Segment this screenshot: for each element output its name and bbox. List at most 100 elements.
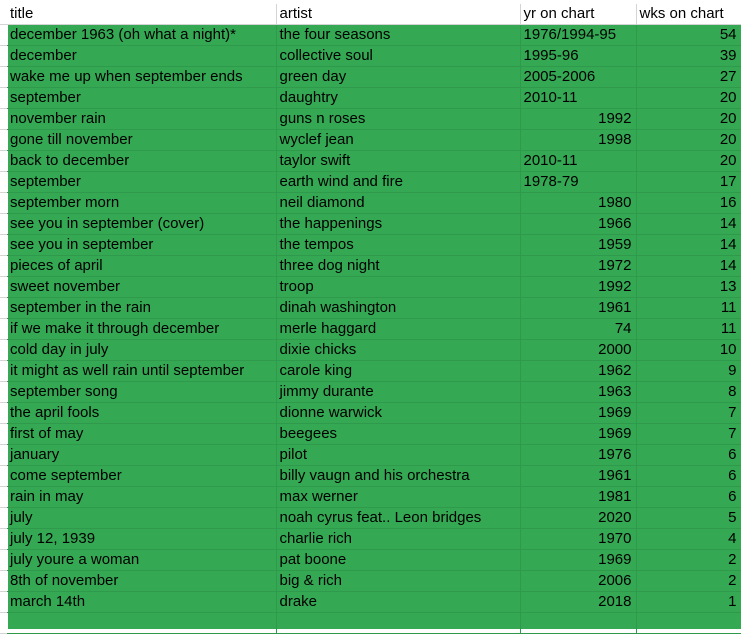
- header-cell-artist[interactable]: artist: [276, 4, 521, 25]
- cell-yr-on-chart[interactable]: 1962: [520, 360, 637, 382]
- cell-title[interactable]: back to december: [7, 150, 277, 172]
- cell-artist[interactable]: jimmy durante: [276, 381, 521, 403]
- cell-wks-on-chart[interactable]: 5: [636, 507, 741, 529]
- cell-yr-on-chart[interactable]: 2006: [520, 570, 637, 592]
- cell-artist[interactable]: dinah washington: [276, 297, 521, 319]
- cell-artist[interactable]: the four seasons: [276, 24, 521, 46]
- cell-artist[interactable]: troop: [276, 276, 521, 298]
- cell-wks-on-chart[interactable]: 6: [636, 486, 741, 508]
- cell-artist[interactable]: the tempos: [276, 234, 521, 256]
- cell-wks-on-chart[interactable]: 13: [636, 276, 741, 298]
- cell-title[interactable]: gone till november: [7, 129, 277, 151]
- cell-wks-on-chart[interactable]: 4: [636, 528, 741, 550]
- cell-wks-on-chart[interactable]: 17: [636, 171, 741, 193]
- cell-wks-on-chart[interactable]: [636, 612, 741, 634]
- cell-yr-on-chart[interactable]: 1969: [520, 549, 637, 571]
- cell-artist[interactable]: green day: [276, 66, 521, 88]
- cell-wks-on-chart[interactable]: 20: [636, 129, 741, 151]
- cell-title[interactable]: july 12, 1939: [7, 528, 277, 550]
- cell-wks-on-chart[interactable]: 8: [636, 381, 741, 403]
- cell-yr-on-chart[interactable]: 1969: [520, 402, 637, 424]
- cell-yr-on-chart[interactable]: 1980: [520, 192, 637, 214]
- cell-artist[interactable]: dixie chicks: [276, 339, 521, 361]
- cell-yr-on-chart[interactable]: 1992: [520, 276, 637, 298]
- cell-wks-on-chart[interactable]: 14: [636, 234, 741, 256]
- cell-artist[interactable]: drake: [276, 591, 521, 613]
- cell-artist[interactable]: the happenings: [276, 213, 521, 235]
- cell-title[interactable]: september: [7, 171, 277, 193]
- cell-title[interactable]: first of may: [7, 423, 277, 445]
- cell-wks-on-chart[interactable]: 11: [636, 318, 741, 340]
- cell-artist[interactable]: merle haggard: [276, 318, 521, 340]
- cell-title[interactable]: see you in september: [7, 234, 277, 256]
- cell-yr-on-chart[interactable]: 1959: [520, 234, 637, 256]
- cell-artist[interactable]: max werner: [276, 486, 521, 508]
- cell-wks-on-chart[interactable]: 14: [636, 213, 741, 235]
- cell-artist[interactable]: beegees: [276, 423, 521, 445]
- cell-yr-on-chart[interactable]: 2018: [520, 591, 637, 613]
- header-cell-wks-on-chart[interactable]: wks on chart: [636, 4, 741, 25]
- cell-yr-on-chart[interactable]: 1961: [520, 465, 637, 487]
- cell-artist[interactable]: pat boone: [276, 549, 521, 571]
- cell-wks-on-chart[interactable]: 20: [636, 108, 741, 130]
- cell-title[interactable]: september song: [7, 381, 277, 403]
- cell-wks-on-chart[interactable]: 10: [636, 339, 741, 361]
- cell-artist[interactable]: big & rich: [276, 570, 521, 592]
- cell-title[interactable]: november rain: [7, 108, 277, 130]
- cell-title[interactable]: wake me up when september ends: [7, 66, 277, 88]
- cell-wks-on-chart[interactable]: 27: [636, 66, 741, 88]
- cell-title[interactable]: march 14th: [7, 591, 277, 613]
- cell-wks-on-chart[interactable]: 2: [636, 570, 741, 592]
- cell-title[interactable]: january: [7, 444, 277, 466]
- cell-yr-on-chart[interactable]: 1963: [520, 381, 637, 403]
- cell-wks-on-chart[interactable]: 6: [636, 444, 741, 466]
- cell-artist[interactable]: carole king: [276, 360, 521, 382]
- cell-yr-on-chart[interactable]: 1981: [520, 486, 637, 508]
- cell-artist[interactable]: guns n roses: [276, 108, 521, 130]
- cell-yr-on-chart[interactable]: 2000: [520, 339, 637, 361]
- cell-artist[interactable]: wyclef jean: [276, 129, 521, 151]
- cell-wks-on-chart[interactable]: 54: [636, 24, 741, 46]
- cell-yr-on-chart[interactable]: 1966: [520, 213, 637, 235]
- cell-yr-on-chart[interactable]: 1992: [520, 108, 637, 130]
- cell-yr-on-chart[interactable]: 1976: [520, 444, 637, 466]
- cell-title[interactable]: it might as well rain until september: [7, 360, 277, 382]
- cell-artist[interactable]: charlie rich: [276, 528, 521, 550]
- cell-yr-on-chart[interactable]: 1998: [520, 129, 637, 151]
- cell-artist[interactable]: collective soul: [276, 45, 521, 67]
- cell-wks-on-chart[interactable]: 39: [636, 45, 741, 67]
- cell-artist[interactable]: daughtry: [276, 87, 521, 109]
- cell-title[interactable]: december: [7, 45, 277, 67]
- cell-yr-on-chart[interactable]: 1969: [520, 423, 637, 445]
- cell-wks-on-chart[interactable]: 2: [636, 549, 741, 571]
- cell-title[interactable]: september morn: [7, 192, 277, 214]
- cell-artist[interactable]: pilot: [276, 444, 521, 466]
- cell-wks-on-chart[interactable]: 1: [636, 591, 741, 613]
- cell-yr-on-chart[interactable]: 1995-96: [520, 45, 637, 67]
- cell-wks-on-chart[interactable]: 9: [636, 360, 741, 382]
- cell-wks-on-chart[interactable]: 20: [636, 150, 741, 172]
- cell-yr-on-chart[interactable]: 2010-11: [520, 87, 637, 109]
- cell-title[interactable]: september in the rain: [7, 297, 277, 319]
- cell-yr-on-chart[interactable]: 74: [520, 318, 637, 340]
- cell-title[interactable]: july: [7, 507, 277, 529]
- cell-artist[interactable]: billy vaugn and his orchestra: [276, 465, 521, 487]
- cell-title[interactable]: the april fools: [7, 402, 277, 424]
- cell-artist[interactable]: noah cyrus feat.. Leon bridges: [276, 507, 521, 529]
- cell-artist[interactable]: taylor swift: [276, 150, 521, 172]
- header-cell-title[interactable]: title: [7, 4, 277, 25]
- cell-yr-on-chart[interactable]: 1976/1994-95: [520, 24, 637, 46]
- cell-wks-on-chart[interactable]: 7: [636, 423, 741, 445]
- cell-title[interactable]: cold day in july: [7, 339, 277, 361]
- cell-artist[interactable]: earth wind and fire: [276, 171, 521, 193]
- cell-yr-on-chart[interactable]: 2020: [520, 507, 637, 529]
- cell-yr-on-chart[interactable]: 2005-2006: [520, 66, 637, 88]
- cell-title[interactable]: see you in september (cover): [7, 213, 277, 235]
- cell-yr-on-chart[interactable]: 1978-79: [520, 171, 637, 193]
- cell-title[interactable]: pieces of april: [7, 255, 277, 277]
- cell-title[interactable]: december 1963 (oh what a night)*: [7, 24, 277, 46]
- cell-yr-on-chart[interactable]: 1970: [520, 528, 637, 550]
- cell-wks-on-chart[interactable]: 6: [636, 465, 741, 487]
- cell-artist[interactable]: [276, 612, 521, 634]
- cell-artist[interactable]: neil diamond: [276, 192, 521, 214]
